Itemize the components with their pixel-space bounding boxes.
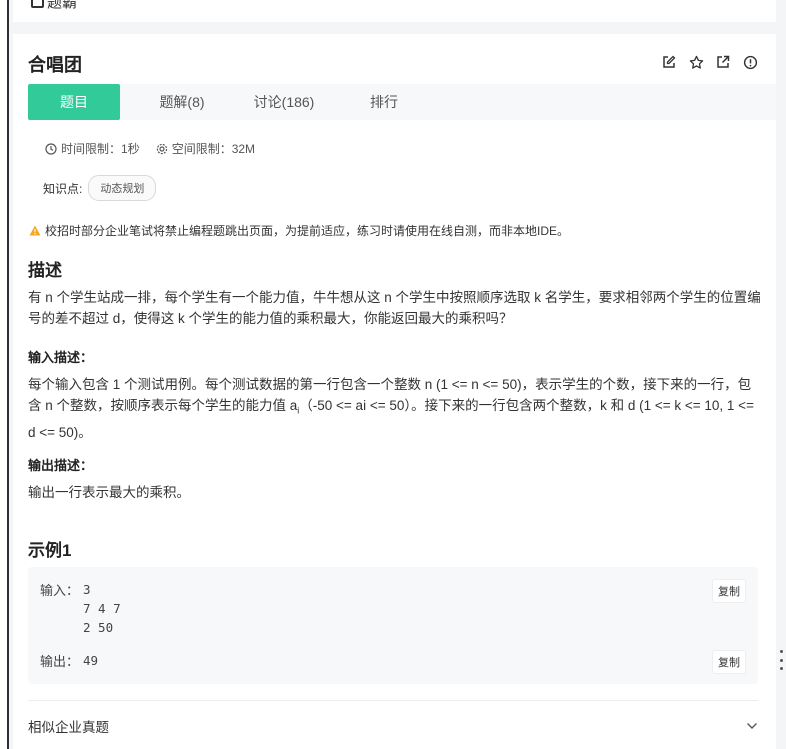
similar-questions-label: 相似企业真题 bbox=[28, 720, 109, 735]
tab-discussion[interactable]: 讨论(186) bbox=[232, 84, 336, 120]
output-desc-text: 输出一行表示最大的乘积。 bbox=[28, 485, 190, 500]
output-desc-heading: 输出描述： bbox=[28, 458, 94, 473]
example-output-label: 输出： bbox=[40, 654, 80, 669]
example-box: 输入： 3 7 4 7 2 50 复制 输出： 49 复制 bbox=[28, 567, 758, 684]
clock-icon bbox=[45, 142, 57, 155]
knowledge-tag[interactable]: 动态规划 bbox=[88, 175, 157, 201]
limits: 时间限制：1秒 空间限制：32M bbox=[45, 140, 255, 157]
knowledge-points: 知识点: 动态规划 bbox=[43, 175, 157, 201]
example-heading: 示例1 bbox=[28, 541, 72, 560]
description-text: 有 n 个学生站成一排，每个学生有一个能力值，牛牛想从这 n 个学生中按照顺序选… bbox=[28, 290, 761, 326]
example-input-line: 3 bbox=[83, 582, 91, 597]
breadcrumb[interactable]: 题霸 bbox=[31, 0, 77, 12]
description-heading: 描述 bbox=[28, 261, 62, 280]
space-limit: 空间限制：32M bbox=[156, 140, 255, 157]
chevron-down-icon bbox=[747, 723, 757, 729]
space-limit-text: 空间限制：32M bbox=[171, 142, 256, 156]
tab-solutions[interactable]: 题解(8) bbox=[132, 84, 232, 120]
problem-card: 合唱团 题目 题解(8) 讨论(186) 排行 时间限制：1秒 空间限制：32M bbox=[13, 34, 776, 749]
input-desc-heading: 输入描述： bbox=[28, 350, 94, 365]
problem-tabs: 题目 题解(8) 讨论(186) 排行 bbox=[28, 84, 776, 120]
knowledge-label: 知识点: bbox=[43, 181, 83, 196]
example-input: 输入： 3 7 4 7 2 50 bbox=[40, 580, 121, 637]
example-input-label: 输入： bbox=[40, 583, 80, 598]
more-options-icon[interactable] bbox=[777, 650, 785, 670]
example-output-line: 49 bbox=[83, 653, 99, 668]
similar-questions-toggle[interactable]: 相似企业真题 bbox=[28, 716, 758, 736]
report-icon[interactable] bbox=[742, 54, 758, 70]
breadcrumb-card: 题霸 bbox=[13, 0, 776, 22]
example-output: 输出： 49 bbox=[40, 651, 98, 670]
toolbar bbox=[661, 54, 758, 70]
example-input-lines: 3 7 4 7 2 50 bbox=[83, 580, 121, 637]
page-title: 合唱团 bbox=[28, 55, 82, 75]
gear-icon bbox=[156, 143, 167, 154]
breadcrumb-label: 题霸 bbox=[47, 0, 78, 11]
external-link-icon[interactable] bbox=[715, 54, 731, 70]
warning-icon bbox=[29, 225, 41, 236]
scrollbar[interactable] bbox=[777, 0, 786, 749]
divider bbox=[28, 700, 758, 701]
edit-icon[interactable] bbox=[661, 54, 677, 70]
copy-input-button[interactable]: 复制 bbox=[712, 579, 746, 603]
example-input-line: 7 4 7 bbox=[83, 601, 121, 616]
example-input-line: 2 50 bbox=[83, 620, 114, 635]
star-icon[interactable] bbox=[688, 54, 704, 70]
tab-problem[interactable]: 题目 bbox=[28, 84, 120, 120]
copy-output-button[interactable]: 复制 bbox=[712, 650, 746, 674]
warning-text: 校招时部分企业笔试将禁止编程题跳出页面，为提前适应，练习时请使用在线自测，而非本… bbox=[45, 224, 570, 238]
question-bank-icon bbox=[31, 0, 44, 8]
example-output-lines: 49 bbox=[83, 651, 98, 670]
time-limit: 时间限制：1秒 bbox=[45, 140, 140, 157]
left-rail bbox=[0, 0, 9, 749]
time-limit-text: 时间限制：1秒 bbox=[61, 142, 140, 156]
ide-warning: 校招时部分企业笔试将禁止编程题跳出页面，为提前适应，练习时请使用在线自测，而非本… bbox=[29, 222, 569, 239]
input-desc-text: 每个输入包含 1 个测试用例。每个测试数据的第一行包含一个整数 n (1 <= … bbox=[28, 374, 763, 443]
tab-ranking[interactable]: 排行 bbox=[336, 84, 432, 120]
